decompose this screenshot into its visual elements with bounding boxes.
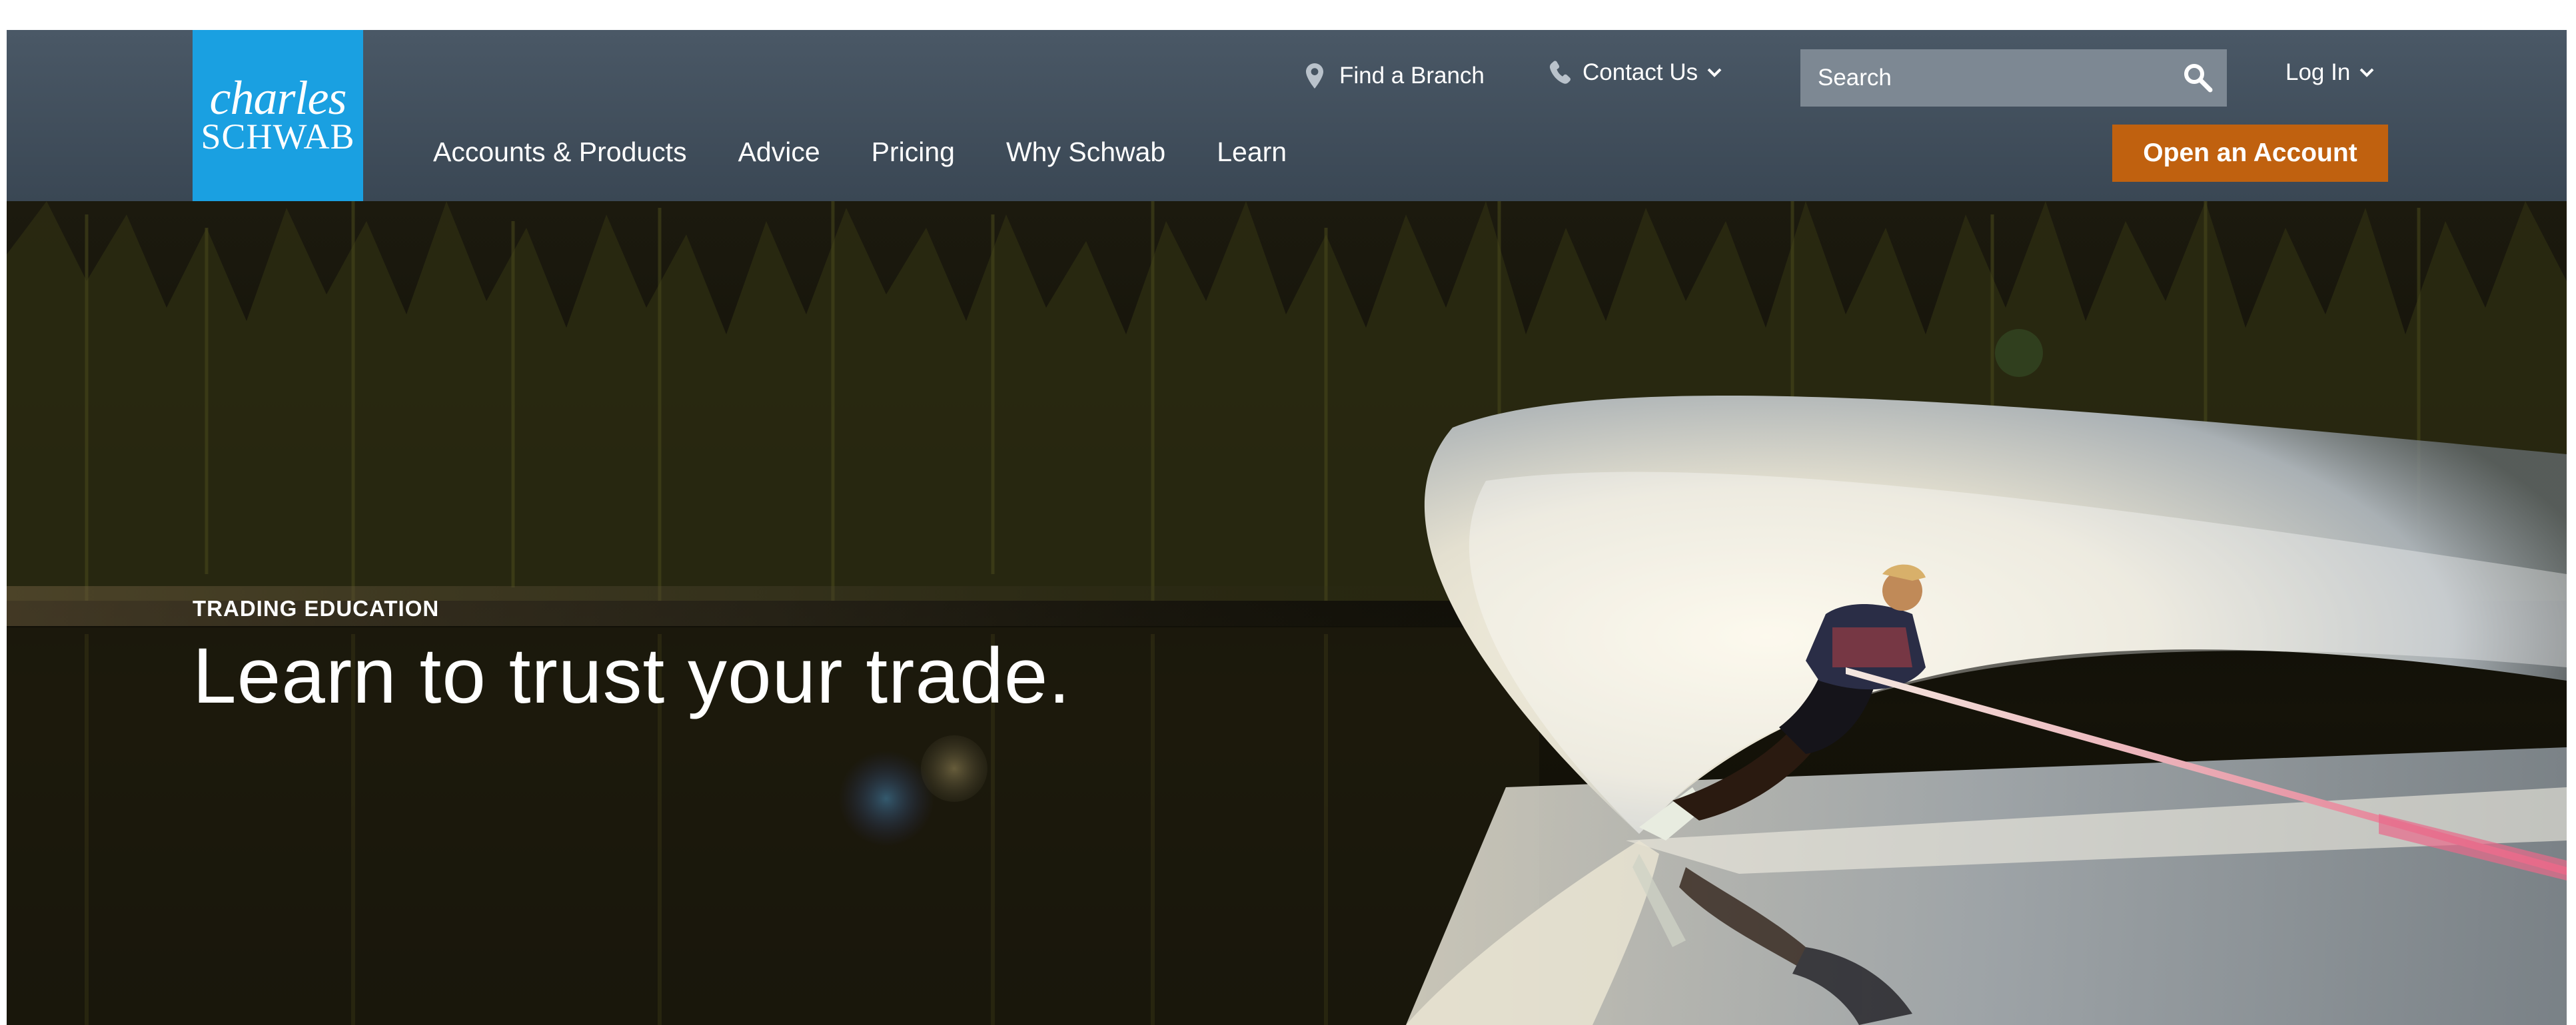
- log-in-label: Log In: [2285, 59, 2351, 85]
- hero-headline: Learn to trust your trade.: [193, 632, 1071, 720]
- nav-item-pricing[interactable]: Pricing: [872, 133, 955, 171]
- find-a-branch-link[interactable]: Find a Branch: [1306, 61, 1485, 91]
- map-pin-icon: [1306, 63, 1323, 89]
- log-in-menu[interactable]: Log In: [2285, 58, 2374, 87]
- chevron-down-icon: [2359, 67, 2374, 78]
- logo-line-2: SCHWAB: [201, 117, 355, 157]
- find-a-branch-label: Find a Branch: [1339, 63, 1485, 89]
- nav-item-learn[interactable]: Learn: [1217, 133, 1287, 171]
- open-an-account-button[interactable]: Open an Account: [2112, 125, 2388, 182]
- phone-icon: [1549, 61, 1572, 85]
- nav-item-advice[interactable]: Advice: [738, 133, 820, 171]
- hero-eyebrow: TRADING EDUCATION: [193, 596, 440, 621]
- site-header: charles SCHWAB Find a Branch Contact Us: [7, 30, 2567, 201]
- contact-us-label: Contact Us: [1583, 59, 1698, 85]
- charles-schwab-logo[interactable]: charles SCHWAB: [193, 30, 363, 201]
- chevron-down-icon: [1707, 67, 1722, 78]
- search-field: [1800, 49, 2227, 107]
- hero-banner: TRADING EDUCATION Learn to trust your tr…: [7, 201, 2567, 1025]
- nav-item-accounts-products[interactable]: Accounts & Products: [433, 133, 687, 171]
- contact-us-menu[interactable]: Contact Us: [1549, 58, 1722, 87]
- search-input[interactable]: [1800, 49, 2160, 107]
- nav-item-why-schwab[interactable]: Why Schwab: [1006, 133, 1165, 171]
- page-frame: charles SCHWAB Find a Branch Contact Us: [7, 30, 2567, 1025]
- main-nav: Accounts & Products Advice Pricing Why S…: [433, 133, 1338, 171]
- search-icon[interactable]: [2183, 63, 2214, 93]
